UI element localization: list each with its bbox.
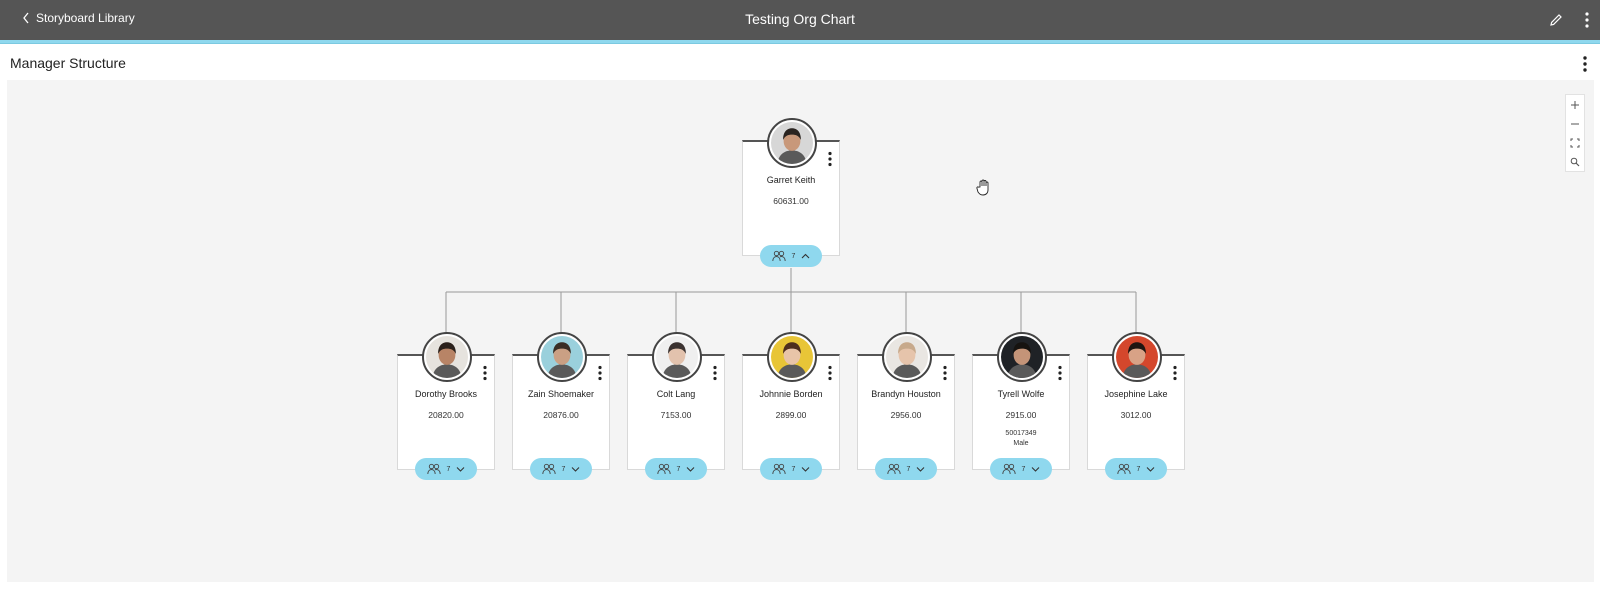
- node-more-icon[interactable]: [1172, 365, 1178, 381]
- minus-icon: [1571, 123, 1579, 124]
- avatar: [882, 332, 932, 382]
- node-value: 3012.00: [1120, 410, 1152, 420]
- org-node-child[interactable]: Tyrell Wolfe 2915.00 50017349 Male: [972, 332, 1070, 470]
- chevron-down-icon: [1032, 467, 1040, 472]
- node-value: 7153.00: [660, 410, 692, 420]
- node-employee-id: 50017349: [1005, 430, 1037, 437]
- chevron-down-icon: [572, 467, 580, 472]
- node-gender: Male: [1013, 440, 1029, 447]
- chevron-down-icon: [1147, 467, 1155, 472]
- app-header: Storyboard Library Testing Org Chart: [0, 0, 1600, 40]
- person-portrait-icon: [771, 122, 813, 164]
- search-button[interactable]: [1566, 152, 1584, 171]
- node-more-icon[interactable]: [942, 365, 948, 381]
- node-value: 20820.00: [428, 410, 464, 420]
- avatar: [767, 332, 817, 382]
- people-icon: [656, 463, 671, 475]
- chevron-down-icon: [457, 467, 465, 472]
- person-portrait-icon: [1001, 336, 1043, 378]
- expand-icon: [1570, 138, 1580, 147]
- node-value: 2915.00: [1005, 410, 1037, 420]
- zoom-in-button[interactable]: [1566, 95, 1584, 114]
- person-portrait-icon: [771, 336, 813, 378]
- node-name: Garret Keith: [766, 175, 816, 185]
- reports-count: 7: [446, 465, 451, 473]
- reports-count: 7: [676, 465, 681, 473]
- people-icon: [771, 250, 786, 262]
- node-value: 2956.00: [890, 410, 922, 420]
- node-value: 60631.00: [773, 196, 809, 206]
- org-node-child[interactable]: Brandyn Houston 2956.00: [857, 332, 955, 470]
- section-more-icon[interactable]: [1582, 55, 1588, 73]
- node-name: Colt Lang: [656, 389, 696, 399]
- org-node-child[interactable]: Colt Lang 7153.00: [627, 332, 725, 470]
- people-icon: [1116, 463, 1131, 475]
- avatar: [997, 332, 1047, 382]
- person-portrait-icon: [541, 336, 583, 378]
- header-accent-bar: [0, 40, 1600, 44]
- org-node-child[interactable]: Dorothy Brooks 20820.00: [397, 332, 495, 470]
- org-node-child[interactable]: Johnnie Borden 2899.00: [742, 332, 840, 470]
- plus-icon: [1571, 100, 1579, 109]
- person-portrait-icon: [656, 336, 698, 378]
- chevron-up-icon: [802, 253, 810, 259]
- fit-screen-button[interactable]: [1566, 133, 1584, 152]
- avatar: [767, 118, 817, 168]
- people-icon: [426, 463, 441, 475]
- person-portrait-icon: [426, 336, 468, 378]
- avatar: [422, 332, 472, 382]
- avatar: [537, 332, 587, 382]
- reports-toggle[interactable]: 7: [875, 458, 937, 480]
- search-icon: [1570, 157, 1580, 166]
- node-more-icon[interactable]: [827, 151, 833, 167]
- reports-count: 7: [561, 465, 566, 473]
- reports-count: 7: [791, 252, 796, 260]
- edit-pencil-icon[interactable]: [1548, 12, 1564, 28]
- reports-toggle[interactable]: 7: [1105, 458, 1167, 480]
- org-node-root[interactable]: Garret Keith 60631.00: [742, 118, 840, 256]
- node-name: Brandyn Houston: [871, 389, 941, 399]
- people-icon: [771, 463, 786, 475]
- people-icon: [886, 463, 901, 475]
- hand-cursor-icon: [976, 179, 989, 196]
- node-value: 20876.00: [543, 410, 579, 420]
- node-more-icon[interactable]: [1057, 365, 1063, 381]
- people-icon: [541, 463, 556, 475]
- node-name: Dorothy Brooks: [414, 389, 478, 399]
- person-portrait-icon: [886, 336, 928, 378]
- chevron-down-icon: [802, 467, 810, 472]
- reports-count: 7: [1136, 465, 1141, 473]
- node-more-icon[interactable]: [827, 365, 833, 381]
- reports-count: 7: [791, 465, 796, 473]
- node-value: 2899.00: [775, 410, 807, 420]
- app-title: Testing Org Chart: [745, 11, 855, 27]
- node-more-icon[interactable]: [482, 365, 488, 381]
- chevron-down-icon: [687, 467, 695, 472]
- zoom-out-button[interactable]: [1566, 114, 1584, 133]
- node-name: Johnnie Borden: [759, 389, 823, 399]
- node-more-icon[interactable]: [597, 365, 603, 381]
- org-node-child[interactable]: Zain Shoemaker 20876.00: [512, 332, 610, 470]
- chevron-down-icon: [917, 467, 925, 472]
- reports-toggle[interactable]: 7: [415, 458, 477, 480]
- node-more-icon[interactable]: [712, 365, 718, 381]
- section-title: Manager Structure: [10, 55, 126, 71]
- node-name: Josephine Lake: [1104, 389, 1168, 399]
- avatar: [1112, 332, 1162, 382]
- person-portrait-icon: [1116, 336, 1158, 378]
- reports-toggle[interactable]: 7: [530, 458, 592, 480]
- node-name: Zain Shoemaker: [527, 389, 595, 399]
- reports-count: 7: [1021, 465, 1026, 473]
- zoom-controls: [1565, 94, 1585, 172]
- people-icon: [1001, 463, 1016, 475]
- avatar: [652, 332, 702, 382]
- reports-toggle[interactable]: 7: [990, 458, 1052, 480]
- more-vertical-icon[interactable]: [1584, 11, 1590, 29]
- org-node-child[interactable]: Josephine Lake 3012.00: [1087, 332, 1185, 470]
- reports-toggle[interactable]: 7: [645, 458, 707, 480]
- reports-toggle-root[interactable]: 7: [760, 245, 822, 267]
- reports-toggle[interactable]: 7: [760, 458, 822, 480]
- reports-count: 7: [906, 465, 911, 473]
- node-name: Tyrell Wolfe: [997, 389, 1045, 399]
